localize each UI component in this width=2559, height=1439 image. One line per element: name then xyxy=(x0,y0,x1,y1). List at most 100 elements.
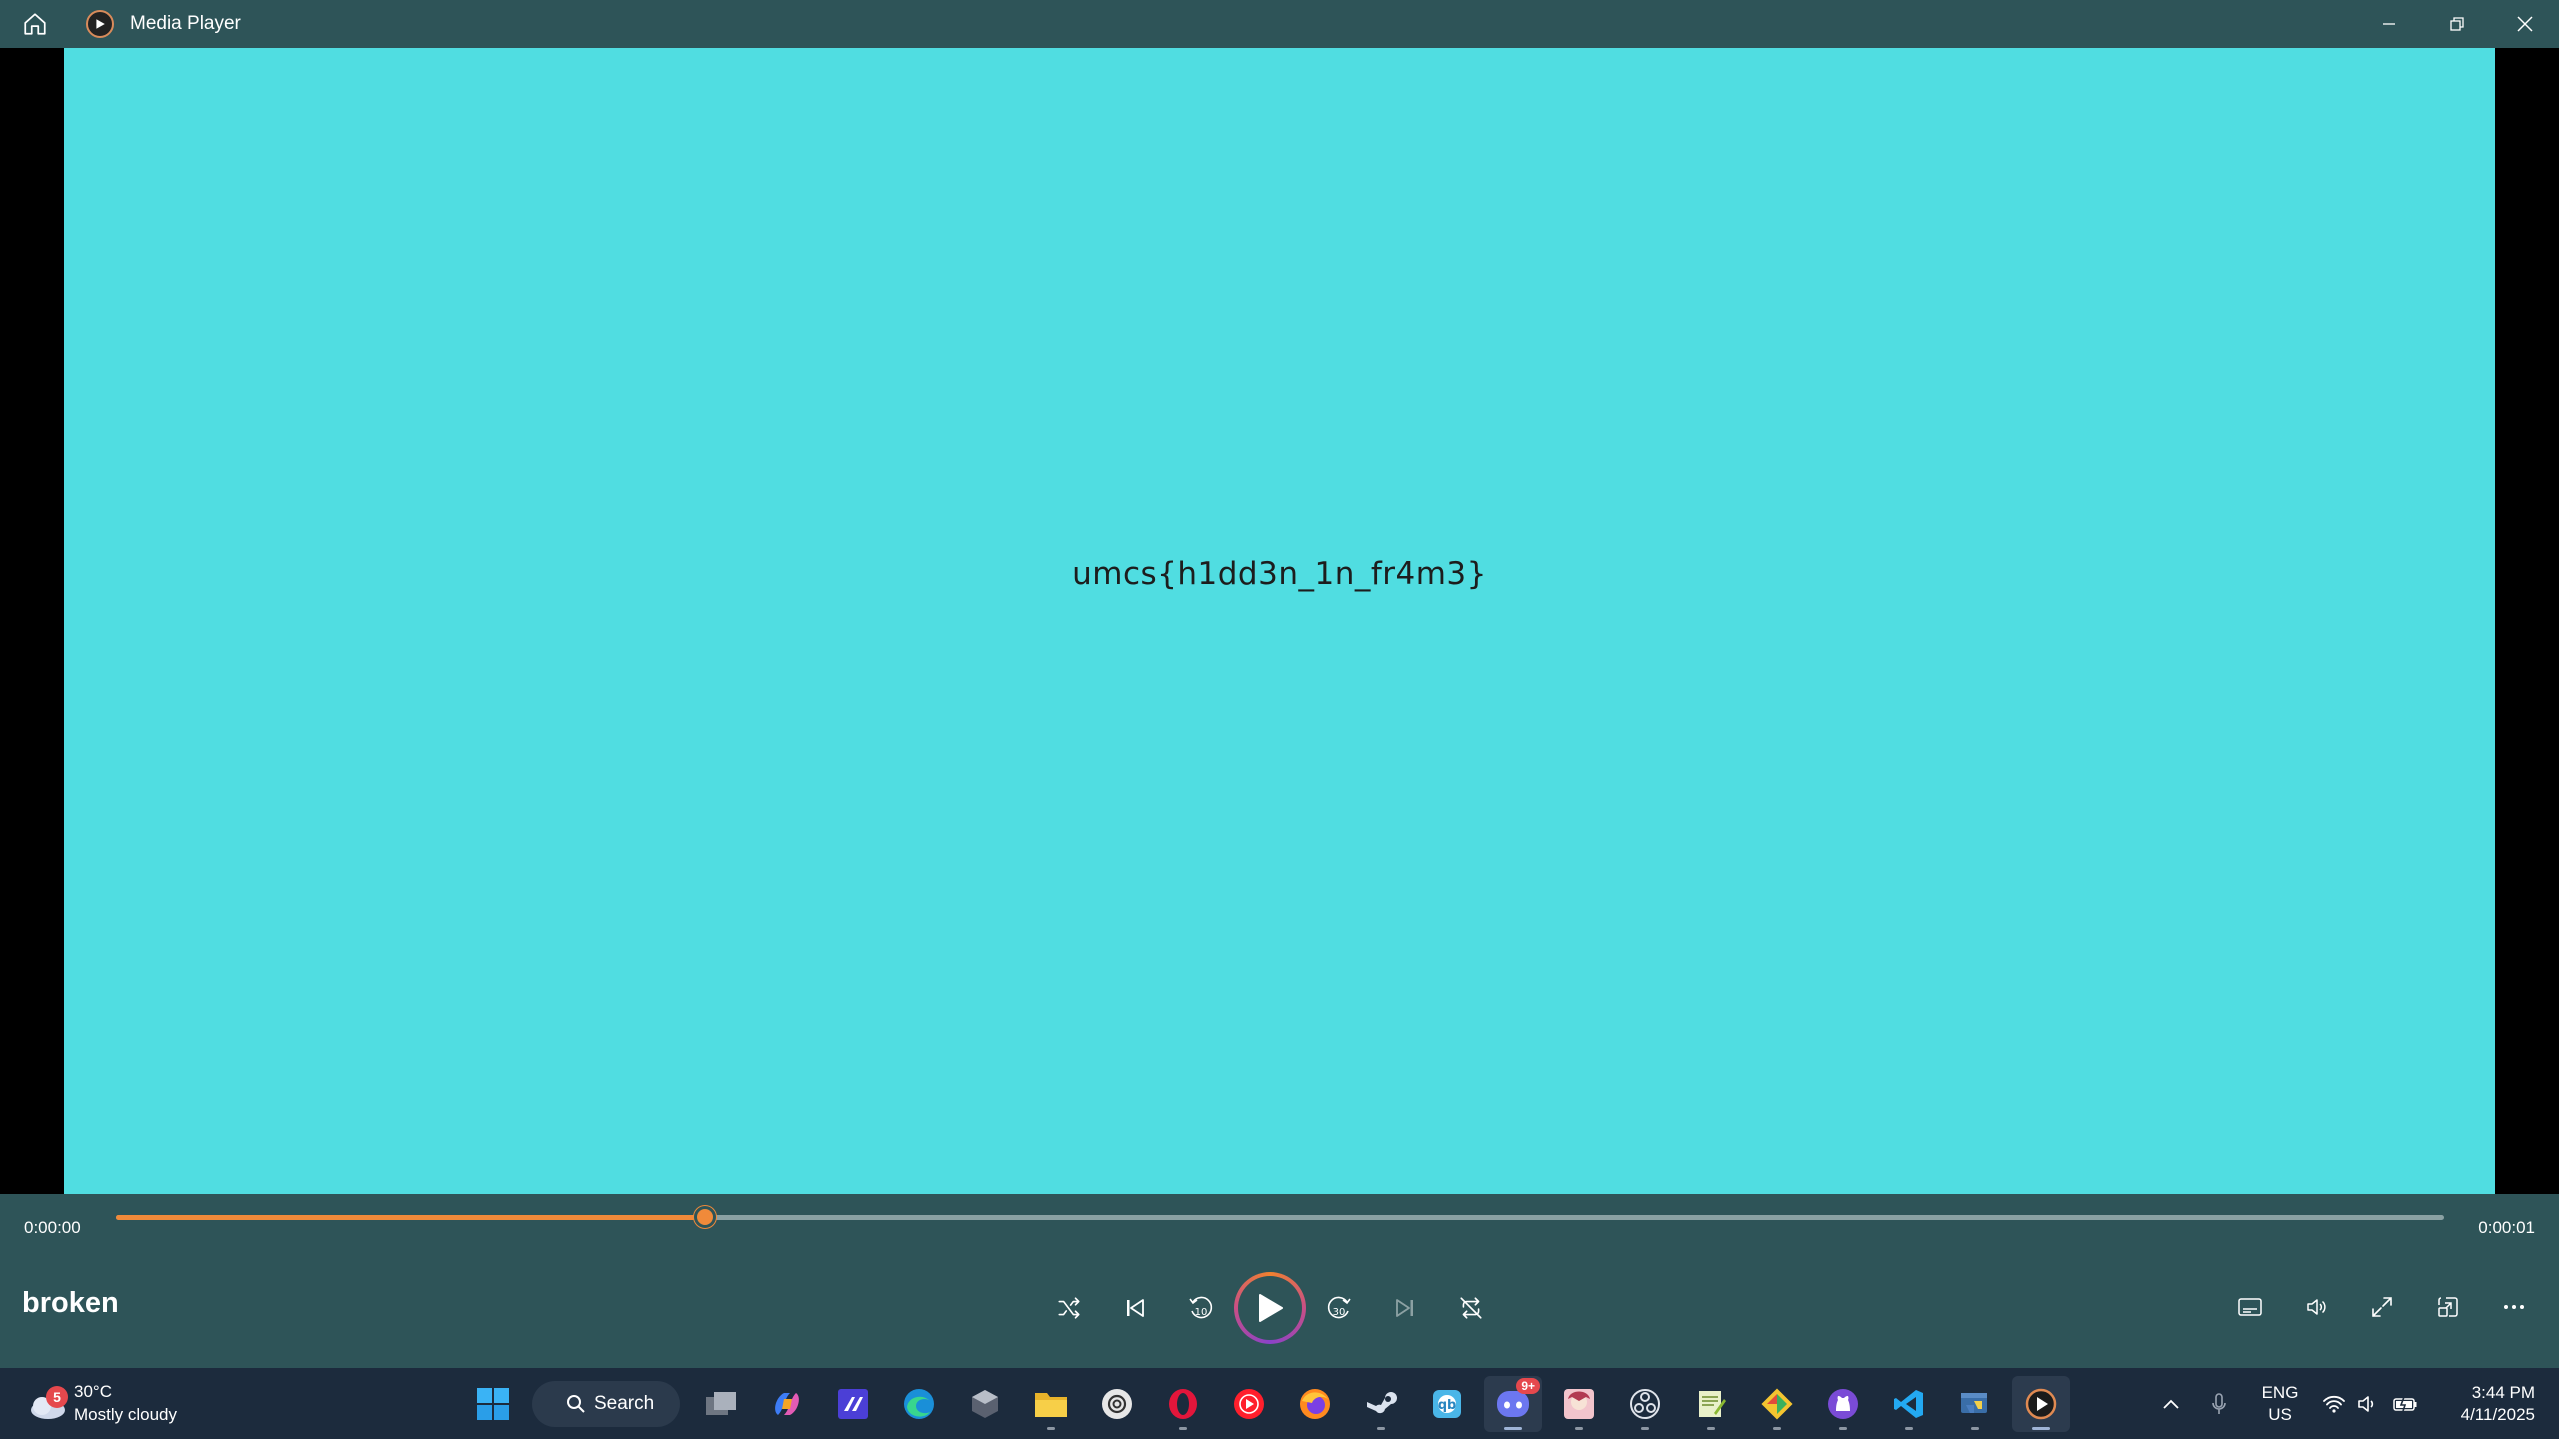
miniplayer-icon xyxy=(2438,1297,2458,1317)
chatgpt-app[interactable] xyxy=(1088,1376,1146,1432)
opera-icon xyxy=(1169,1389,1197,1419)
video-overlay-text: umcs{h1dd3n_1n_fr4m3} xyxy=(1072,555,1487,592)
obs-app[interactable] xyxy=(1616,1376,1674,1432)
running-indicator xyxy=(1504,1427,1522,1430)
running-indicator xyxy=(1047,1427,1055,1430)
youtube-music-app[interactable] xyxy=(1220,1376,1278,1432)
miniplayer-button[interactable] xyxy=(2415,1274,2481,1340)
next-icon xyxy=(1396,1299,1413,1317)
qbittorrent-icon: qb xyxy=(1433,1390,1461,1418)
visual-studio-app[interactable] xyxy=(824,1376,882,1432)
seek-thumb[interactable] xyxy=(693,1206,716,1228)
more-icon xyxy=(2504,1305,2524,1309)
steam-icon xyxy=(1367,1392,1397,1414)
search-icon xyxy=(567,1395,585,1413)
anime-app[interactable] xyxy=(1550,1376,1608,1432)
seek-progress xyxy=(116,1215,705,1220)
play-icon xyxy=(1259,1294,1283,1322)
youtube-music-icon xyxy=(1234,1389,1264,1419)
media-player-taskbar-app[interactable] xyxy=(2012,1376,2070,1432)
running-indicator xyxy=(1707,1427,1715,1430)
taskbar-search[interactable]: Search xyxy=(532,1381,680,1427)
visual-studio-icon xyxy=(838,1389,868,1419)
task-view-icon xyxy=(706,1392,736,1415)
previous-button[interactable] xyxy=(1102,1275,1168,1341)
close-button[interactable] xyxy=(2491,0,2559,48)
anime-app-icon xyxy=(1564,1389,1594,1419)
seek-bar[interactable] xyxy=(116,1206,2444,1228)
python-app[interactable] xyxy=(1946,1376,2004,1432)
time-elapsed: 0:00:00 xyxy=(24,1218,81,1237)
discord-app[interactable]: 9+ xyxy=(1484,1376,1542,1432)
restore-icon xyxy=(2450,17,2464,31)
github-desktop-app[interactable] xyxy=(1814,1376,1872,1432)
notepad-plus-app[interactable] xyxy=(1682,1376,1740,1432)
repeat-button[interactable] xyxy=(1438,1275,1504,1341)
unity-icon xyxy=(972,1390,998,1418)
start-button[interactable] xyxy=(464,1376,522,1432)
windows-taskbar: 5 30°C Mostly cloudy Search qb 9+ ENG US… xyxy=(0,1368,2559,1439)
input-language[interactable]: ENG US xyxy=(2251,1382,2309,1426)
captions-icon xyxy=(2238,1298,2262,1316)
weather-condition: Mostly cloudy xyxy=(74,1405,177,1424)
microphone-icon xyxy=(2212,1392,2226,1414)
running-indicator xyxy=(2032,1427,2050,1430)
language-code: ENG xyxy=(2261,1382,2299,1402)
vscode-app[interactable] xyxy=(1880,1376,1938,1432)
fullscreen-button[interactable] xyxy=(2349,1274,2415,1340)
title-bar: Media Player xyxy=(0,0,2559,48)
copilot-app[interactable] xyxy=(758,1376,816,1432)
task-view-button[interactable] xyxy=(692,1376,750,1432)
weather-badge: 5 xyxy=(46,1386,68,1408)
minimize-button[interactable] xyxy=(2355,0,2423,48)
show-hidden-icons-button[interactable] xyxy=(2147,1376,2195,1432)
playback-controls: 0:00:00 0:00:01 broken 10 30 xyxy=(0,1194,2559,1368)
more-options-button[interactable] xyxy=(2481,1274,2547,1340)
skip-back-10-button[interactable]: 10 xyxy=(1168,1275,1234,1341)
obs-icon xyxy=(1630,1389,1660,1419)
taskbar-clock[interactable]: 3:44 PM 4/11/2025 xyxy=(2425,1382,2535,1426)
shuffle-icon xyxy=(1058,1297,1080,1319)
captions-button[interactable] xyxy=(2217,1274,2283,1340)
shuffle-button[interactable] xyxy=(1036,1275,1102,1341)
skip-forward-30-button[interactable]: 30 xyxy=(1306,1275,1372,1341)
video-frame[interactable]: umcs{h1dd3n_1n_fr4m3} xyxy=(64,48,2495,1194)
weather-widget[interactable]: 5 30°C Mostly cloudy xyxy=(26,1380,177,1426)
clock-date: 4/11/2025 xyxy=(2460,1404,2535,1424)
home-button[interactable] xyxy=(0,0,70,48)
git-app[interactable] xyxy=(1748,1376,1806,1432)
next-button[interactable] xyxy=(1372,1275,1438,1341)
media-player-icon xyxy=(2025,1388,2057,1420)
quick-settings[interactable] xyxy=(2317,1376,2425,1432)
opera-app[interactable] xyxy=(1154,1376,1212,1432)
clock-time: 3:44 PM xyxy=(2471,1382,2535,1402)
folder-icon xyxy=(1035,1393,1067,1417)
fullscreen-icon xyxy=(2372,1297,2392,1317)
previous-icon xyxy=(1127,1299,1144,1317)
file-explorer-app[interactable] xyxy=(1022,1376,1080,1432)
firefox-app[interactable] xyxy=(1286,1376,1344,1432)
microphone-indicator[interactable] xyxy=(2195,1376,2243,1432)
restore-button[interactable] xyxy=(2423,0,2491,48)
edge-app[interactable] xyxy=(890,1376,948,1432)
play-button[interactable] xyxy=(1234,1272,1306,1344)
qbittorrent-app[interactable]: qb xyxy=(1418,1376,1476,1432)
close-icon xyxy=(2517,16,2533,32)
svg-text:30: 30 xyxy=(1333,1307,1346,1318)
running-indicator xyxy=(1971,1427,1979,1430)
python-icon xyxy=(1961,1393,1987,1413)
discord-notification-badge: 9+ xyxy=(1516,1378,1540,1394)
minimize-icon xyxy=(2383,23,2395,25)
steam-app[interactable] xyxy=(1352,1376,1410,1432)
notepad-plus-icon xyxy=(1699,1391,1726,1417)
repeat-off-icon xyxy=(1460,1297,1482,1319)
wifi-icon xyxy=(2323,1395,2345,1413)
unity-app[interactable] xyxy=(956,1376,1014,1432)
media-player-app-icon xyxy=(86,10,114,38)
chevron-up-icon xyxy=(2163,1399,2179,1409)
volume-status xyxy=(2351,1376,2385,1432)
svg-text:qb: qb xyxy=(1438,1398,1457,1413)
media-title: broken xyxy=(22,1287,119,1319)
volume-button[interactable] xyxy=(2283,1274,2349,1340)
time-total: 0:00:01 xyxy=(2478,1218,2535,1237)
